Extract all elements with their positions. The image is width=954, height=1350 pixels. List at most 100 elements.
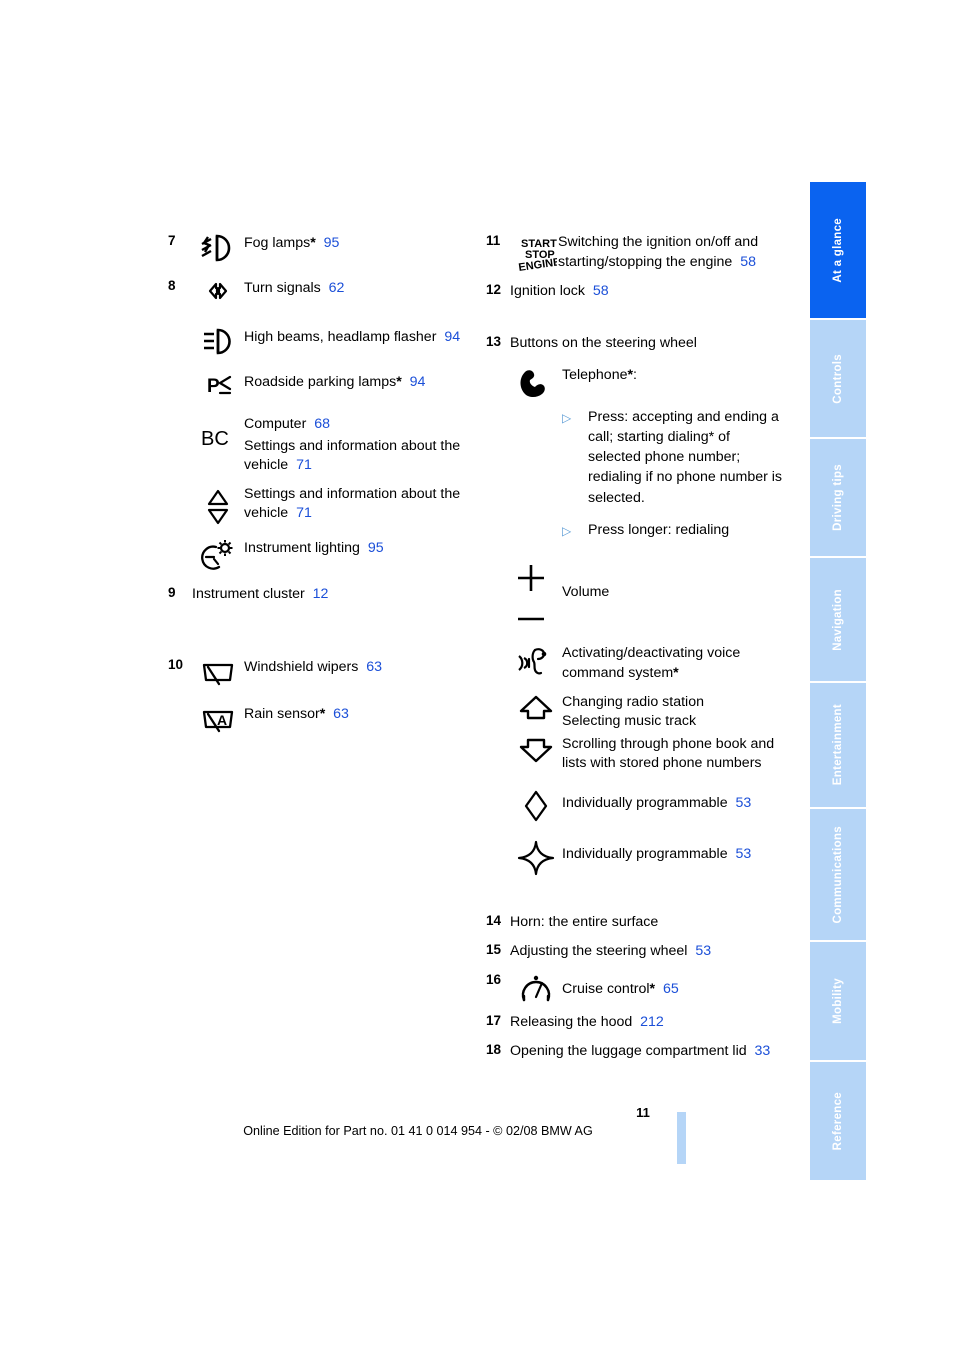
telephone-handset-icon bbox=[510, 364, 562, 400]
svg-text:ENGINE: ENGINE bbox=[518, 256, 557, 274]
page-reference: 65 bbox=[662, 980, 679, 997]
item-text: Telephone*: bbox=[562, 364, 786, 385]
left-column: 7 Fog lamps* 95 8 Turn signals 62 High b… bbox=[168, 232, 468, 734]
triangle-bullet-icon: ▷ bbox=[562, 524, 572, 539]
list-item: Volume bbox=[486, 560, 786, 629]
tab-reference[interactable]: Reference bbox=[810, 1062, 866, 1180]
arrow-up-line1: Changing radio station bbox=[562, 693, 704, 710]
item-text: Adjusting the steering wheel 53 bbox=[510, 941, 786, 961]
page-reference: 53 bbox=[695, 943, 712, 960]
list-item: 12 Ignition lock 58 bbox=[486, 281, 786, 301]
item-label: Fog lamps bbox=[244, 235, 311, 251]
page-reference: 212 bbox=[640, 1013, 664, 1030]
list-item: Changing radio station Selecting music t… bbox=[486, 692, 786, 732]
item-label: Activating/deactivating voice command sy… bbox=[562, 645, 741, 681]
optional-star: * bbox=[673, 664, 679, 681]
item-label: Rain sensor bbox=[244, 706, 320, 723]
item-text: Individually programmable 53 bbox=[562, 837, 786, 864]
page-reference: 94 bbox=[444, 329, 461, 345]
item-text: Horn: the entire surface bbox=[510, 912, 786, 932]
page-reference: 68 bbox=[314, 416, 330, 432]
item-text: Settings and information about the vehic… bbox=[244, 484, 468, 524]
tab-mobility[interactable]: Mobility bbox=[810, 942, 866, 1060]
list-item: 16 Cruise control* 65 bbox=[486, 971, 786, 1006]
item-text: Fog lamps* 95 bbox=[244, 232, 468, 253]
computer-line: Computer 68 bbox=[244, 415, 468, 435]
list-item: 11 START STOP ENGINE Switching the ignit… bbox=[486, 232, 786, 275]
item-text: Volume bbox=[562, 560, 786, 602]
page-reference: 63 bbox=[366, 659, 383, 676]
arrow-down-icon bbox=[510, 734, 562, 765]
up-down-triangles-icon bbox=[192, 484, 244, 527]
item-text: Cruise control* 65 bbox=[562, 971, 786, 999]
list-item: Individually programmable 53 bbox=[486, 786, 786, 823]
item-number: 9 bbox=[168, 584, 176, 600]
tab-communications[interactable]: Communications bbox=[810, 809, 866, 940]
list-item: 9 Instrument cluster 12 bbox=[168, 584, 468, 604]
item-number: 8 bbox=[168, 278, 176, 293]
telephone-bullets: ▷ Press: accepting and ending a call; st… bbox=[562, 407, 786, 541]
item-label: High beams, headlamp flasher bbox=[244, 329, 437, 345]
list-item: 10 Windshield wipers 63 bbox=[168, 656, 468, 687]
item-label: Turn signals bbox=[244, 280, 321, 296]
tab-label: Controls bbox=[832, 353, 844, 404]
list-item: Activating/deactivating voice command sy… bbox=[486, 643, 786, 683]
list-item: P Roadside parking lamps* 94 bbox=[168, 371, 468, 398]
tab-navigation[interactable]: Navigation bbox=[810, 558, 866, 681]
item-number: 11 bbox=[486, 233, 501, 248]
svg-text:BC: BC bbox=[201, 428, 229, 450]
tab-label: Communications bbox=[832, 825, 844, 924]
item-text: Turn signals 62 bbox=[244, 277, 468, 298]
list-item: A Rain sensor* 63 bbox=[168, 703, 468, 734]
item-text: Rain sensor* 63 bbox=[244, 703, 468, 724]
list-item: 7 Fog lamps* 95 bbox=[168, 232, 468, 263]
arrow-down-line1: Scrolling through phone book and bbox=[562, 735, 775, 752]
list-item: 8 Turn signals 62 bbox=[168, 277, 468, 304]
bullet-text: Press longer: redialing bbox=[588, 522, 730, 539]
tab-entertainment[interactable]: Entertainment bbox=[810, 683, 866, 807]
arrow-up-icon bbox=[510, 692, 562, 723]
item-text: Scrolling through phone book and lists w… bbox=[562, 734, 786, 774]
item-label: Ignition lock bbox=[510, 283, 585, 299]
list-item: 13 Buttons on the steering wheel bbox=[486, 333, 786, 353]
settings-line: Settings and information about the vehic… bbox=[244, 437, 468, 476]
item-text: Switching the ignition on/off and starti… bbox=[558, 232, 786, 272]
page-reference: 95 bbox=[323, 235, 340, 251]
tab-driving-tips[interactable]: Driving tips bbox=[810, 439, 866, 556]
list-item: Telephone*: bbox=[486, 364, 786, 400]
turn-signals-icon bbox=[192, 277, 244, 304]
page-reference: 12 bbox=[312, 585, 329, 602]
item-label: Volume bbox=[562, 584, 610, 601]
item-number: 7 bbox=[168, 233, 176, 248]
item-text: Windshield wipers 63 bbox=[244, 656, 468, 677]
high-beams-icon bbox=[192, 326, 244, 355]
item-text: Instrument lighting 95 bbox=[244, 537, 468, 558]
item-label: Settings and information about the vehic… bbox=[244, 485, 461, 522]
item-text: Releasing the hood 212 bbox=[510, 1012, 786, 1032]
page-reference: 53 bbox=[735, 845, 752, 862]
tab-at-a-glance[interactable]: At a glance bbox=[810, 182, 866, 318]
manual-page: 7 Fog lamps* 95 8 Turn signals 62 High b… bbox=[0, 0, 954, 1350]
list-item: ▷ Press longer: redialing bbox=[562, 520, 786, 540]
voice-command-icon bbox=[510, 643, 562, 679]
bc-computer-icon: BC bbox=[192, 414, 244, 450]
roadside-parking-lamps-icon: P bbox=[192, 371, 244, 398]
list-item: 14 Horn: the entire surface bbox=[486, 912, 786, 932]
page-reference: 63 bbox=[333, 706, 349, 723]
tab-label: Navigation bbox=[832, 588, 844, 651]
item-label: Cruise control bbox=[562, 980, 650, 997]
item-label: Windshield wipers bbox=[244, 659, 359, 676]
item-label: Instrument lighting bbox=[244, 539, 360, 556]
item-label: Buttons on the steering wheel bbox=[510, 335, 697, 352]
item-label: Opening the luggage compartment lid bbox=[510, 1042, 747, 1059]
start-stop-engine-icon: START STOP ENGINE bbox=[510, 232, 558, 275]
volume-icons bbox=[510, 560, 562, 629]
page-number: 11 bbox=[636, 1105, 650, 1120]
item-text: Computer 68 Settings and information abo… bbox=[244, 414, 468, 476]
triangle-bullet-icon: ▷ bbox=[562, 410, 572, 425]
arrow-up-line2: Selecting music track bbox=[562, 713, 697, 730]
tab-controls[interactable]: Controls bbox=[810, 320, 866, 437]
optional-star: * bbox=[310, 235, 316, 251]
tab-label: Mobility bbox=[832, 978, 844, 1024]
list-item: 15 Adjusting the steering wheel 53 bbox=[486, 941, 786, 961]
